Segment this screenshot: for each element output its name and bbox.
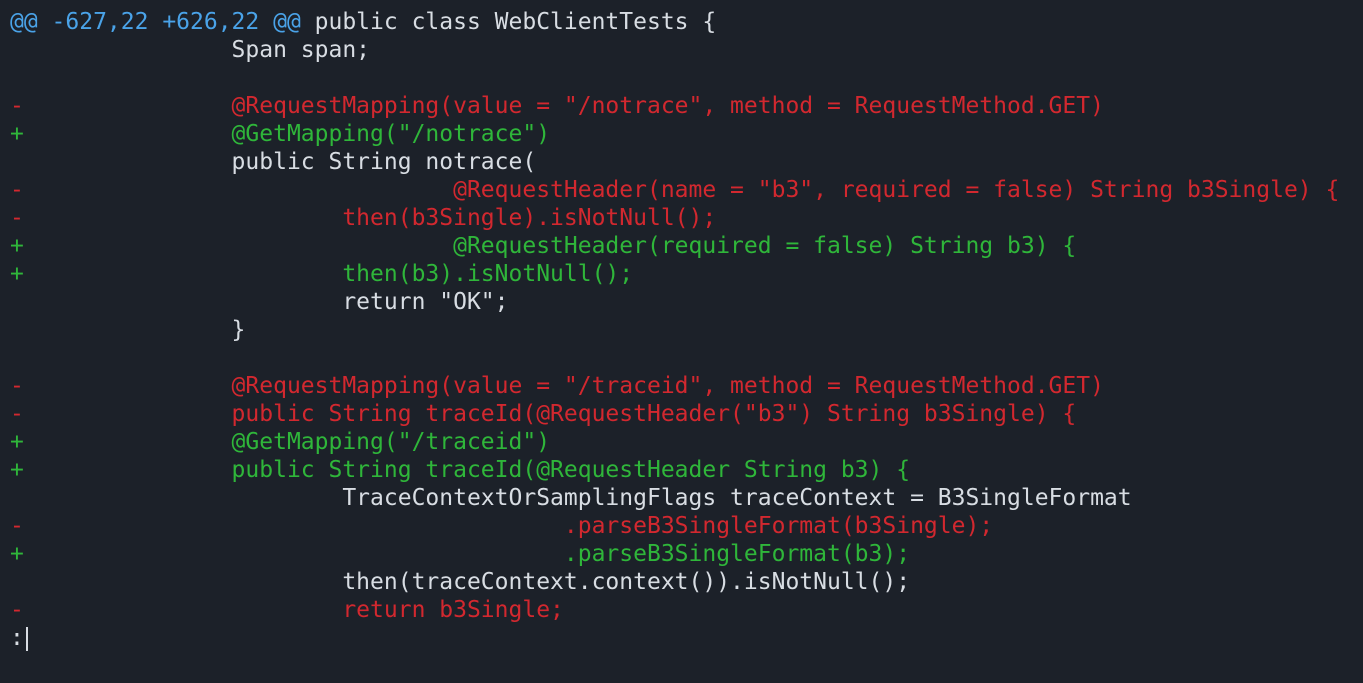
diff-line-added: + .parseB3SingleFormat(b3); [10, 540, 1363, 568]
diff-line-code: then(traceContext.context()).isNotNull()… [10, 569, 911, 595]
diff-line-context: Span span; [10, 36, 1363, 64]
diff-line-code: return "OK"; [10, 289, 509, 315]
diff-line-added: + @GetMapping("/traceid") [10, 428, 1363, 456]
diff-line-code: .parseB3SingleFormat(b3Single); [10, 513, 994, 539]
diff-line-added: + @GetMapping("/notrace") [10, 120, 1363, 148]
diff-line-code: @RequestMapping(value = "/traceid", meth… [10, 373, 1104, 399]
diff-line-removed: - public String traceId(@RequestHeader("… [10, 400, 1363, 428]
diff-line-removed: - then(b3Single).isNotNull(); [10, 204, 1363, 232]
diff-line-code: public String traceId(@RequestHeader Str… [10, 457, 911, 483]
diff-line-code: } [10, 317, 246, 343]
diff-line-removed: - @RequestMapping(value = "/notrace", me… [10, 92, 1363, 120]
diff-line-context: then(traceContext.context()).isNotNull()… [10, 568, 1363, 596]
diff-line-context: TraceContextOrSamplingFlags traceContext… [10, 484, 1363, 512]
diff-line-added: + @RequestHeader(required = false) Strin… [10, 232, 1363, 260]
diff-line-code: .parseB3SingleFormat(b3); [10, 541, 911, 567]
text-cursor [25, 626, 28, 651]
diff-line-code: @GetMapping("/traceid") [10, 429, 551, 455]
diff-line-removed: - return b3Single; [10, 596, 1363, 624]
diff-line-code: TraceContextOrSamplingFlags traceContext… [10, 485, 1132, 511]
diff-line-code: return b3Single; [10, 597, 564, 623]
diff-line-code: @RequestHeader(required = false) String … [10, 233, 1077, 259]
pager-prompt-text: : [10, 625, 24, 651]
diff-line-code: then(b3).isNotNull(); [10, 261, 634, 287]
diff-line-added: + public String traceId(@RequestHeader S… [10, 456, 1363, 484]
diff-line-code: @RequestHeader(name = "b3", required = f… [10, 177, 1340, 203]
diff-line-removed: - @RequestMapping(value = "/traceid", me… [10, 372, 1363, 400]
diff-line-removed: - .parseB3SingleFormat(b3Single); [10, 512, 1363, 540]
diff-terminal: @@ -627,22 +626,22 @@ public class WebCl… [0, 0, 1363, 683]
pager-prompt[interactable]: : [10, 624, 1363, 652]
diff-line-prefix [10, 344, 24, 372]
diff-line-prefix [10, 64, 24, 92]
diff-line-code: public String notrace( [10, 149, 537, 175]
hunk-context: public class WebClientTests { [300, 9, 717, 35]
hunk-header: @@ -627,22 +626,22 @@ public class WebCl… [10, 8, 1363, 36]
diff-line-code: @GetMapping("/notrace") [10, 121, 551, 147]
diff-line-code: Span span; [10, 37, 371, 63]
diff-line-context [10, 64, 1363, 92]
hunk-range: @@ -627,22 +626,22 @@ [10, 9, 301, 35]
diff-line-context: public String notrace( [10, 148, 1363, 176]
diff-line-context [10, 344, 1363, 372]
diff-line-code: public String traceId(@RequestHeader("b3… [10, 401, 1077, 427]
diff-line-code: then(b3Single).isNotNull(); [10, 205, 717, 231]
diff-line-code: @RequestMapping(value = "/notrace", meth… [10, 93, 1104, 119]
diff-line-added: + then(b3).isNotNull(); [10, 260, 1363, 288]
diff-line-context: return "OK"; [10, 288, 1363, 316]
diff-line-context: } [10, 316, 1363, 344]
diff-line-removed: - @RequestHeader(name = "b3", required =… [10, 176, 1363, 204]
diff-lines: Span span; - @RequestMapping(value = "/n… [10, 36, 1363, 624]
